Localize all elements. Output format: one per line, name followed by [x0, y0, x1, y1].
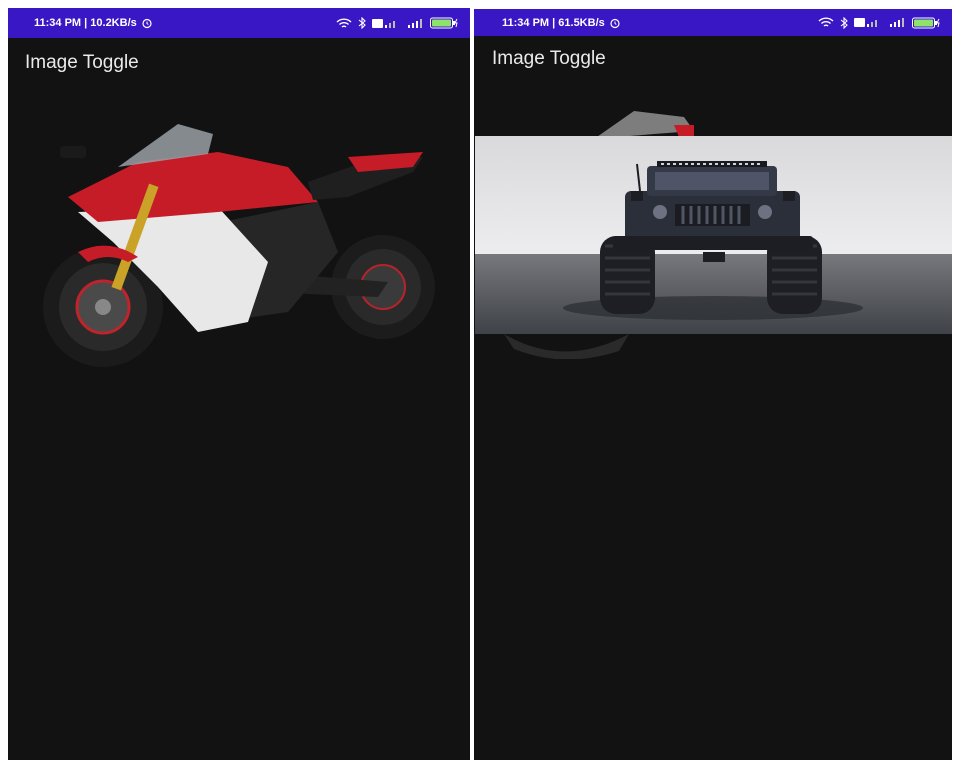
volte-signal-icon: [854, 18, 877, 27]
signal-icon: [890, 18, 904, 27]
status-bar: 11:34 PM | 10.2KB/s: [8, 8, 470, 38]
alarm-icon: [142, 18, 152, 29]
wifi-icon: [818, 17, 834, 27]
app-title: Image Toggle: [492, 48, 606, 69]
app-title: Image Toggle: [25, 52, 139, 73]
phone-screen-right: 11:34 PM | 61.5KB/s Image Toggle: [474, 9, 952, 760]
volte-signal-icon: [372, 18, 395, 28]
phone-screen-left: 11:34 PM | 10.2KB/s Image Toggle: [8, 8, 470, 760]
status-time: 11:34 PM | 10.2KB/s: [34, 17, 137, 29]
battery-icon: [912, 17, 940, 28]
signal-icon: [408, 18, 422, 28]
status-time: 11:34 PM | 61.5KB/s: [502, 16, 605, 29]
bluetooth-icon: [358, 17, 366, 29]
battery-icon: [430, 17, 458, 29]
alarm-icon: [610, 18, 620, 28]
motorcycle-image[interactable]: [18, 112, 443, 370]
jeep-image[interactable]: [475, 136, 952, 334]
wifi-icon: [336, 17, 352, 28]
bluetooth-icon: [840, 16, 848, 29]
status-bar: 11:34 PM | 61.5KB/s: [474, 9, 952, 36]
